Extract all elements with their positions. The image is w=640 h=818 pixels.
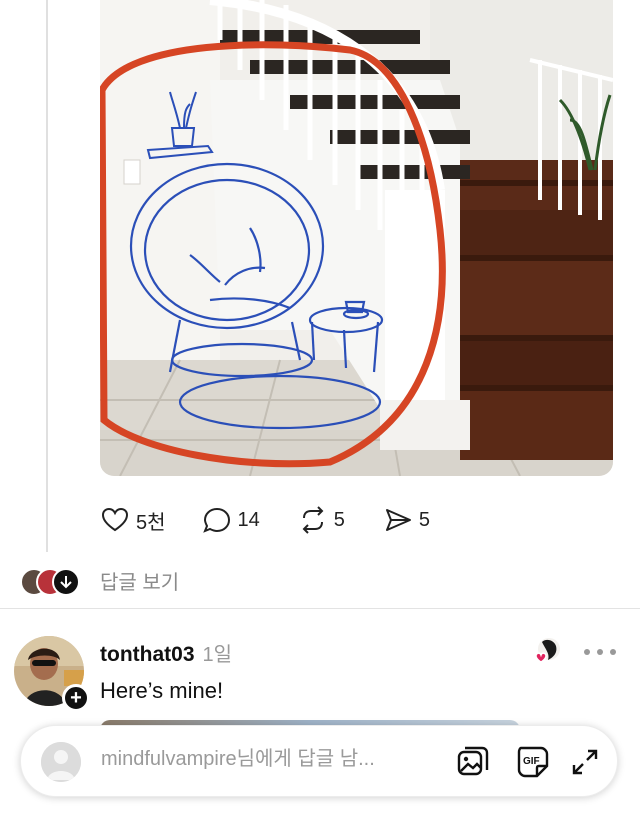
divider [0,608,640,609]
reply-input[interactable] [101,748,441,771]
post-photo [100,0,613,476]
more-icon [610,649,616,655]
more-options-button[interactable] [584,638,616,666]
like-button[interactable]: 5천 [100,505,166,535]
reply-composer: GIF [20,725,618,797]
more-icon [584,649,590,655]
gif-button[interactable]: GIF [515,744,551,780]
heart-icon [101,507,129,532]
reply-text: Here’s mine! [100,678,224,703]
thread-line [46,0,48,552]
more-icon [597,649,603,655]
comment-icon [202,507,230,533]
gallery-button[interactable] [455,744,491,780]
gallery-icon [457,746,489,776]
reply-header: tonthat03 1일 [100,638,232,667]
reply-avatars [20,565,82,596]
post-actions: 5천 14 5 5 [100,500,458,540]
view-replies-link[interactable]: 답글 보기 [100,566,179,595]
view-replies-row[interactable]: 답글 보기 [20,562,179,598]
arrow-down-icon [52,568,80,596]
comment-button[interactable]: 14 [202,505,260,535]
svg-text:GIF: GIF [523,756,540,767]
repost-count: 5 [333,508,345,531]
avatar [41,742,81,782]
follow-plus-icon[interactable]: + [62,684,90,712]
repost-button[interactable]: 5 [298,505,345,535]
send-icon [385,509,411,531]
post-image[interactable] [100,0,613,476]
like-count: 5천 [136,511,166,534]
repost-icon [302,506,324,534]
reply-time: 1일 [202,644,233,666]
expand-button[interactable] [567,744,603,780]
liked-by-author-icon [528,636,564,668]
gif-icon: GIF [517,746,549,778]
comment-count: 14 [237,508,260,531]
expand-icon [572,749,598,775]
share-button[interactable]: 5 [383,505,430,535]
reply-username[interactable]: tonthat03 [100,643,195,667]
share-count: 5 [418,508,431,531]
